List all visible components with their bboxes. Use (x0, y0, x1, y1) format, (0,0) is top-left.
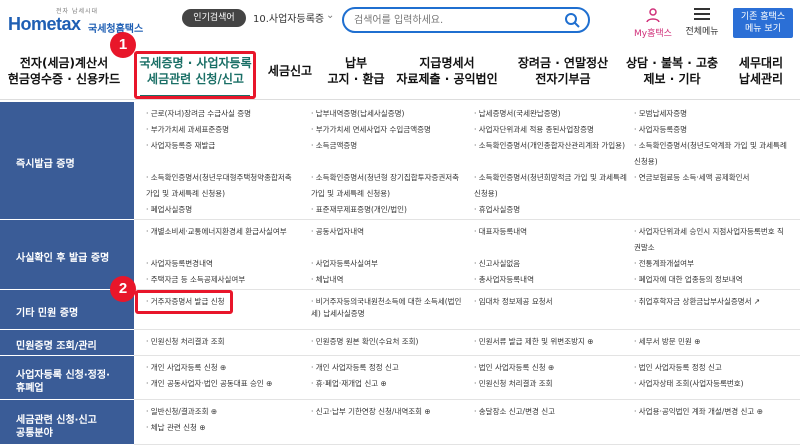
menu-link[interactable]: · 사업자등록증 재발급 (146, 140, 215, 152)
category-title: 공통분야 (16, 427, 53, 439)
menu-link[interactable]: · 소득확인증명서(청년희망적금 가입 및 과세특례 (474, 172, 627, 184)
menu-link[interactable]: · 소득확인증명서(청년형 장기집합투자증권저축 (311, 172, 459, 184)
menu-link[interactable]: · 연금보험료등 소득·세액 공제확인서 (634, 172, 749, 184)
menu-link[interactable]: · 개인 공동사업자·법인 공동대표 승인 ⊕ (146, 378, 272, 390)
menu-link[interactable]: · 폐업사실증명 (146, 204, 192, 216)
category-title: 사실확인 후 발급 증명 (16, 253, 110, 264)
menu-link[interactable]: · 사업자단위과세 승인시 지점사업자등록번호 직 (634, 226, 784, 238)
old-menu-line1: 기존 홈택스 (740, 12, 786, 22)
menu-link[interactable]: · 민원증명 원본 확인(수요처 조회) (311, 336, 418, 348)
nav-payment-statement[interactable]: 지급명세서 자료제출 · 공익법인 (392, 55, 502, 87)
menu-link[interactable]: · 표준재무제표증명(개인/법인) (311, 204, 407, 216)
nav-tax-report[interactable]: 세금신고 (260, 63, 320, 79)
nav-etax-invoice[interactable]: 전자(세금)계산서 현금영수증 · 신용카드 (5, 55, 123, 87)
hamburger-icon (694, 8, 710, 20)
category-title: 기타 민원 증명 (16, 308, 79, 319)
menu-link[interactable]: · 취업후학자금 상환금납부사실증명서 ↗ (634, 296, 760, 308)
menu-link[interactable]: · 개인 사업자등록 신청 ⊕ (146, 362, 226, 374)
search-input[interactable] (354, 12, 554, 28)
step-badge-2: 2 (110, 276, 136, 302)
menu-link: 신청용) (474, 189, 498, 198)
menu-link[interactable]: · 총사업자등록내역 (474, 274, 534, 286)
nav-incentive-yearend[interactable]: 장려금 · 연말정산 전자기부금 (508, 55, 618, 87)
menu-link[interactable]: · 납세증명서(국세완납증명) (474, 108, 561, 120)
step-badge-1: 1 (110, 32, 136, 58)
menu-link[interactable]: · 사업자등록증명 (634, 124, 687, 136)
row-divider (134, 399, 800, 400)
menu-link[interactable]: · 사업용·공익법인 계좌 개설/변경 신고 ⊕ (634, 406, 763, 418)
popular-search-value[interactable]: 10.사업자등록증 (253, 10, 324, 25)
menu-link[interactable]: · 모범납세자증명 (634, 108, 687, 120)
menu-link[interactable]: · 비거주자등의국내원천소득에 대한 소득세(법인 (311, 296, 461, 308)
menu-link: 권말소 (634, 243, 655, 252)
menu-link[interactable]: · 일반신청/결과조회 ⊕ (146, 406, 217, 418)
user-icon (646, 8, 660, 23)
menu-link[interactable]: · 사업자상태 조회(사업자등록번호) (634, 378, 744, 390)
menu-link[interactable]: · 법인 사업자등록 신청 ⊕ (474, 362, 554, 374)
menu-link[interactable]: · 소득확인증명서(청년도약계좌 가입 및 과세특례 (634, 140, 787, 152)
menu-link[interactable]: · 송달장소 신고/변경 신고 (474, 406, 555, 418)
menu-link[interactable]: · 소득확인증명서(개인종합자산관리계좌 가입용) (474, 140, 625, 152)
menu-link: 세) 납세사실증명 (311, 309, 365, 318)
menu-link: 가입 및 과세특례 신청용) (146, 189, 226, 198)
menu-link[interactable]: · 주택자금 등 소득공제사실여부 (146, 274, 245, 286)
menu-link[interactable]: · 세무서 방문 민원 ⊕ (634, 336, 701, 348)
menu-link[interactable]: · 소득금액증명 (311, 140, 357, 152)
menu-link[interactable]: · 민원신청 처리결과 조회 (146, 336, 225, 348)
menu-link[interactable]: · 개별소비세·교통에너지환경세 환급사실여부 (146, 226, 287, 238)
menu-link[interactable]: · 공동사업자내역 (311, 226, 364, 238)
menu-link: 가입 및 과세특례 신청용) (311, 189, 391, 198)
all-menu-label: 전체메뉴 (685, 27, 719, 37)
menu-link[interactable]: · 신고사실없음 (474, 258, 520, 270)
menu-link[interactable]: · 사업자등록사실여부 (311, 258, 378, 270)
category-title: 즉시발급 증명 (16, 159, 75, 170)
menu-link[interactable]: · 신고·납부 기한연장 신청/내역조회 ⊕ (311, 406, 431, 418)
category-title: 휴폐업 (16, 383, 44, 394)
popular-search-label: 인기검색어 (182, 9, 246, 27)
row-divider (134, 355, 800, 356)
menu-link[interactable]: · 대표자등록내역 (474, 226, 527, 238)
category-3: 민원증명 조회/관리 (0, 330, 134, 356)
menu-link[interactable]: · 사업자단위과세 적용 종된사업장증명 (474, 124, 594, 136)
search-box (342, 7, 590, 33)
menu-link[interactable]: · 부가가치세 과세표준증명 (146, 124, 229, 136)
menu-link[interactable]: · 법인 사업자등록 정정 신고 (634, 362, 722, 374)
menu-link: 신청용) (634, 157, 658, 166)
chevron-down-icon[interactable]: ⌄ (326, 10, 334, 21)
menu-link[interactable]: · 민원신청 처리결과 조회 (474, 378, 553, 390)
menu-link[interactable]: · 휴·폐업·재개업 신고 ⊕ (311, 378, 387, 390)
menu-link[interactable]: · 체납내역 (311, 274, 343, 286)
old-menu-button[interactable]: 기존 홈택스 메뉴 보기 (733, 8, 793, 38)
menu-link[interactable]: · 개인 사업자등록 정정 신고 (311, 362, 399, 374)
nav-tax-agent[interactable]: 세무대리 납세관리 (726, 55, 796, 87)
menu-link[interactable]: · 부가가치세 면세사업자 수입금액증명 (311, 124, 431, 136)
row-divider (134, 329, 800, 330)
all-menu-button[interactable]: 전체메뉴 (680, 7, 724, 37)
menu-link[interactable]: · 폐업자에 대한 업종등의 정보내역 (634, 274, 743, 286)
my-hometax-label: My홈택스 (634, 29, 672, 39)
logo-text: Hometax (8, 14, 81, 34)
highlight-box-nav (134, 51, 256, 99)
menu-link[interactable]: · 민원서류 발급 제한 및 위변조방지 ⊕ (474, 336, 594, 348)
category-title: 민원증명 조회/관리 (16, 341, 97, 352)
highlight-box-residence-cert (135, 290, 233, 314)
menu-link[interactable]: · 임대차 정보제공 요청서 (474, 296, 553, 308)
menu-link[interactable]: · 근로(자녀)장려금 수급사실 증명 (146, 108, 251, 120)
menu-link[interactable]: · 체납 관련 신청 ⊕ (146, 422, 206, 434)
search-icon[interactable] (564, 12, 580, 28)
menu-link[interactable]: · 납부내역증명(납세사실증명) (311, 108, 404, 120)
menu-link[interactable]: · 소득확인증명서(청년우대형주택청약종합저축 (146, 172, 292, 184)
my-hometax-button[interactable]: My홈택스 (630, 7, 676, 39)
old-menu-line2: 메뉴 보기 (745, 24, 781, 34)
nav-payment[interactable]: 납부 고지 · 환급 (325, 55, 387, 87)
row-divider (134, 289, 800, 290)
menu-link[interactable]: · 전통계좌개설여부 (634, 258, 694, 270)
category-4: 사업자등록 신청·정정· 휴폐업 (0, 356, 134, 400)
category-0: 즉시발급 증명 (0, 102, 134, 220)
nav-consult-appeal[interactable]: 상담 · 불복 · 고충 제보 · 기타 (622, 55, 722, 87)
menu-link[interactable]: · 사업자등록변경내역 (146, 258, 213, 270)
menu-link[interactable]: · 휴업사실증명 (474, 204, 520, 216)
category-5: 세금관련 신청·신고 공통분야 (0, 400, 134, 445)
row-divider (134, 219, 800, 220)
